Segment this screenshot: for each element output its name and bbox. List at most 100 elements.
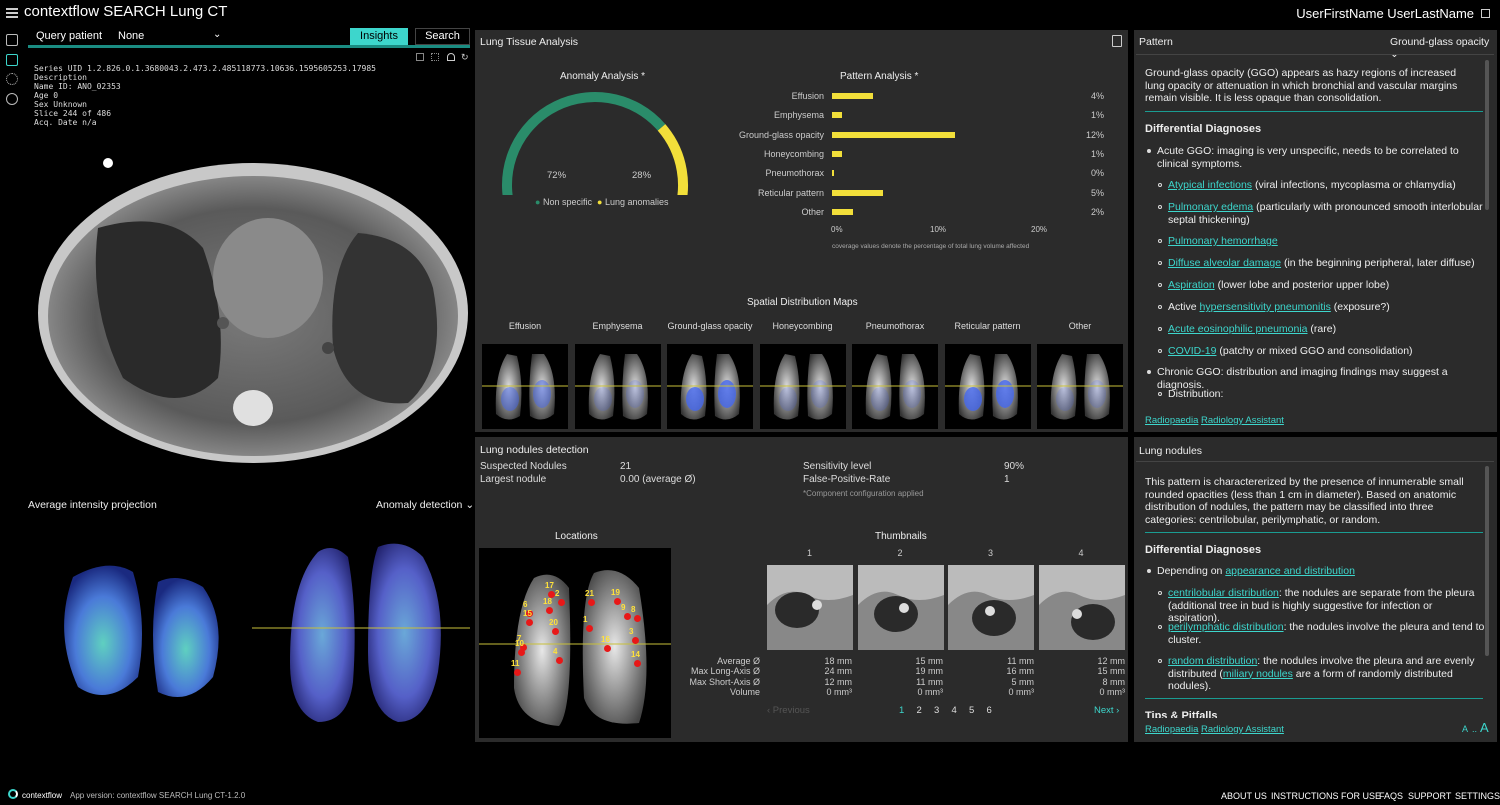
item-text: (rare): [1307, 323, 1337, 335]
bullet: [1147, 569, 1151, 573]
differential-link[interactable]: Atypical infections: [1168, 179, 1252, 191]
metric-label: Max Long-Axis Ø: [690, 666, 760, 677]
differential-link[interactable]: COVID-19: [1168, 345, 1216, 357]
nodule-marker[interactable]: [552, 628, 559, 635]
locations-map[interactable]: 17 2 21 19 6 18 15 8 9 20 3 7 10 16 11 14 4 1: [479, 548, 671, 738]
nodule-marker-label: 8: [631, 605, 636, 614]
differential-link[interactable]: hypersensitivity pneumonitis: [1200, 301, 1331, 313]
settings-link[interactable]: SETTINGS: [1455, 791, 1500, 801]
differential-link[interactable]: Pulmonary edema: [1168, 201, 1253, 213]
about-us-link[interactable]: ABOUT US: [1221, 791, 1267, 801]
font-increase-button[interactable]: A: [1480, 720, 1489, 735]
refresh-icon[interactable]: ↻: [461, 52, 469, 63]
pattern-analysis-title: Pattern Analysis *: [840, 71, 919, 82]
nodule-marker[interactable]: [586, 625, 593, 632]
support-link[interactable]: SUPPORT: [1408, 791, 1451, 801]
instructions-link[interactable]: INSTRUCTIONS FOR USE: [1271, 791, 1381, 801]
nodule-thumbnail[interactable]: [857, 565, 944, 650]
faqs-link[interactable]: FAQS: [1379, 791, 1403, 801]
page-number[interactable]: 2: [917, 705, 922, 716]
pattern-label: Honeycombing: [763, 148, 824, 159]
nodule-marker[interactable]: [514, 669, 521, 676]
miliary-link[interactable]: miliary nodules: [1223, 668, 1293, 680]
nodule-thumbnail[interactable]: [767, 565, 853, 650]
next-button[interactable]: Next ›: [1094, 705, 1119, 716]
spatial-map-thumbnail[interactable]: [574, 344, 661, 429]
page-number[interactable]: 1: [899, 705, 904, 716]
bullet: [1158, 283, 1162, 287]
previous-button[interactable]: ‹ Previous: [767, 705, 810, 716]
bullet: [1158, 327, 1162, 331]
nodule-marker[interactable]: [518, 649, 525, 656]
crosshair-icon[interactable]: [416, 53, 424, 61]
menu-icon[interactable]: [6, 8, 18, 18]
gear-icon[interactable]: [6, 73, 18, 85]
nodule-marker-label: 10: [515, 639, 524, 648]
metric-value: 24 mm: [824, 666, 852, 677]
user-name[interactable]: UserFirstName UserLastName: [1296, 6, 1474, 21]
app-version: App version: contextflow SEARCH Lung CT-…: [70, 791, 246, 800]
metric-value: 8 mm: [1102, 676, 1126, 687]
nodule-marker-label: 14: [631, 650, 640, 659]
nodule-marker[interactable]: [614, 598, 621, 605]
nodule-marker[interactable]: [558, 599, 565, 606]
perilymphatic-link[interactable]: perilymphatic distribution: [1168, 621, 1284, 633]
depending-text: Depending on: [1157, 565, 1226, 577]
chevron-down-icon[interactable]: ⌄: [213, 29, 221, 40]
differential-link[interactable]: Aspiration: [1168, 279, 1215, 291]
pattern-select[interactable]: Ground-glass opacity ⌄: [1390, 36, 1500, 60]
nodule-marker[interactable]: [634, 660, 641, 667]
nodule-marker[interactable]: [526, 619, 533, 626]
nodule-marker[interactable]: [546, 607, 553, 614]
nodule-marker[interactable]: [624, 613, 631, 620]
aip-viewer[interactable]: [28, 512, 470, 743]
spatial-map-thumbnail[interactable]: [482, 344, 568, 429]
centrilobular-link[interactable]: centrilobular distribution: [1168, 587, 1279, 599]
radiopaedia-link[interactable]: Radiopaedia: [1145, 415, 1198, 426]
logout-icon[interactable]: [1481, 9, 1490, 18]
nodule-marker-label: 11: [511, 659, 520, 668]
differential-link[interactable]: Pulmonary hemorrhage: [1168, 235, 1278, 247]
anomaly-gauge: [502, 92, 688, 195]
spatial-map-thumbnail[interactable]: [944, 344, 1031, 429]
page-number[interactable]: 3: [934, 705, 939, 716]
differential-link[interactable]: Acute eosinophilic pneumonia: [1168, 323, 1308, 335]
lung-icon[interactable]: [447, 53, 455, 61]
spatial-map-thumbnail[interactable]: [759, 344, 846, 429]
nodule-marker[interactable]: [634, 615, 641, 622]
random-link[interactable]: random distribution: [1168, 655, 1257, 667]
spatial-map-thumbnail[interactable]: [667, 344, 753, 429]
nodule-marker[interactable]: [632, 637, 639, 644]
nodule-thumbnail[interactable]: [1038, 565, 1125, 650]
query-patient-select[interactable]: None: [118, 30, 144, 42]
nodule-marker[interactable]: [588, 599, 595, 606]
anomaly-detection-dropdown[interactable]: Anomaly detection ⌄: [376, 499, 474, 511]
page-number[interactable]: 4: [952, 705, 957, 716]
spatial-map-thumbnail[interactable]: [852, 344, 938, 429]
list-icon[interactable]: [6, 34, 18, 46]
font-decrease-button[interactable]: A: [1462, 724, 1468, 734]
lung-view-icon[interactable]: [6, 54, 18, 66]
radiology-assistant-link-2[interactable]: Radiology Assistant: [1201, 724, 1284, 735]
spatial-map-thumbnail[interactable]: [1037, 344, 1123, 429]
nodule-marker-label: 6: [523, 600, 528, 609]
appearance-distribution-link[interactable]: appearance and distribution: [1225, 565, 1355, 577]
help-icon[interactable]: [6, 93, 18, 105]
radiopaedia-link-2[interactable]: Radiopaedia: [1145, 724, 1198, 735]
export-icon[interactable]: [1112, 35, 1122, 47]
differential-link[interactable]: Diffuse alveolar damage: [1168, 257, 1281, 269]
page-number[interactable]: 6: [987, 705, 992, 716]
nodule-marker[interactable]: [556, 657, 563, 664]
perilymphatic-item: perilymphatic distribution: the nodules …: [1168, 621, 1486, 646]
largest-value: 0.00 (average Ø): [620, 474, 696, 485]
divider: [1145, 698, 1483, 699]
grid-icon[interactable]: [431, 53, 439, 61]
radiology-assistant-link[interactable]: Radiology Assistant: [1201, 415, 1284, 426]
nodule-thumbnail[interactable]: [948, 565, 1034, 650]
search-button[interactable]: Search: [415, 28, 470, 45]
page-number[interactable]: 5: [969, 705, 974, 716]
nodule-marker[interactable]: [604, 645, 611, 652]
differential-item: Acute eosinophilic pneumonia (rare): [1168, 323, 1486, 336]
insights-button[interactable]: Insights: [350, 28, 408, 45]
aip-dropdown-label: Anomaly detection: [376, 499, 463, 511]
